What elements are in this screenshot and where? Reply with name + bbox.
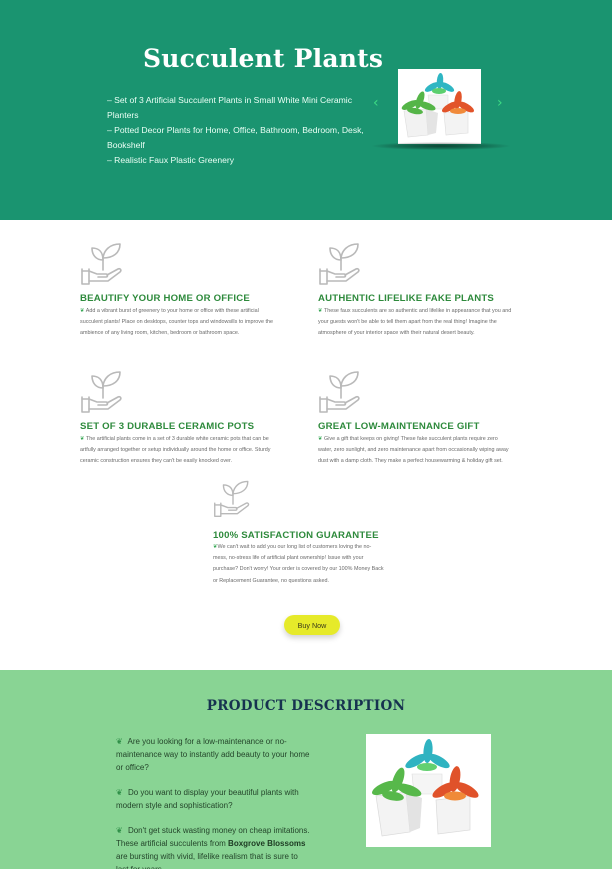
feature-text-line: ambience of any living room, kitchen, be… [80, 330, 240, 337]
hand-sprout-icon [319, 371, 360, 413]
chevron-right-icon[interactable]: › [497, 96, 507, 110]
feature-text-line: your guests won't be able to tell them a… [318, 319, 497, 326]
feature-guarantee: 100% SATISFACTION GUARANTEE ❦We can't wa… [213, 478, 413, 598]
sprout-icon: ❦ [318, 436, 323, 442]
sprout-icon: ❦ [318, 308, 323, 314]
feature-text-line: Give a gift that keeps on giving! These … [324, 436, 498, 442]
feature-text-line: Add a vibrant burst of greenery to your … [85, 308, 259, 314]
hero-title: Succulent Plants [143, 44, 384, 73]
carousel-shadow [372, 142, 510, 150]
product-image [366, 734, 491, 847]
feature-text-line: dust with a damp cloth. They make a perf… [318, 458, 503, 465]
section-title: PRODUCT DESCRIPTION [206, 698, 406, 714]
feature-text-line: artfully arranged together or setup indi… [80, 447, 271, 454]
hero-bullet: – Potted Decor Plants for Home, Office, … [107, 125, 364, 150]
hand-sprout-icon [214, 480, 250, 517]
sprout-icon: ❦ [116, 788, 123, 797]
feature-text-line: or Replacement Guarantee, no questions a… [213, 577, 329, 584]
feature-text-line: These faux succulents are so authentic a… [323, 308, 512, 314]
feature-title: SET OF 3 DURABLE CERAMIC POTS [80, 421, 255, 432]
feature-title: BEAUTIFY YOUR HOME OR OFFICE [80, 293, 250, 304]
brand-name: Boxgrove Blossoms [228, 839, 306, 848]
feature-lifelike: AUTHENTIC LIFELIKE FAKE PLANTS ❦ These f… [318, 240, 548, 340]
product-description-section: PRODUCT DESCRIPTION ❦ Are you looking fo… [0, 670, 612, 869]
description-paragraph: ❦ Are you looking for a low-maintenance … [116, 735, 312, 774]
hero-bullet: – Realistic Faux Plastic Greenery [107, 155, 235, 165]
feature-ceramic-pots: SET OF 3 DURABLE CERAMIC POTS ❦ The arti… [80, 368, 310, 468]
feature-title: 100% SATISFACTION GUARANTEE [213, 530, 379, 541]
paragraph-text: are bursting with vivid, lifelike realis… [116, 852, 298, 869]
feature-description: ❦ Add a vibrant burst of greenery to you… [80, 306, 273, 340]
feature-description: ❦ Give a gift that keeps on giving! Thes… [318, 434, 509, 468]
feature-title: GREAT LOW-MAINTENANCE GIFT [318, 421, 480, 432]
feature-text-line: purchase? Don't worry! Your order is cov… [213, 566, 384, 573]
hero-section: Succulent Plants – Set of 3 Artificial S… [0, 0, 612, 220]
description-paragraph: ❦ Don't get stuck wasting money on cheap… [116, 824, 312, 869]
sprout-icon: ❦ [116, 737, 123, 746]
feature-text-line: atmosphere of your interior space with t… [318, 330, 475, 337]
hand-sprout-icon [81, 371, 122, 413]
feature-text-line: mess, no-stress life of artificial plant… [213, 555, 364, 562]
carousel-product-image [398, 69, 481, 144]
feature-text-line: The artificial plants come in a set of 3… [85, 436, 269, 442]
feature-text-line: ceramic construction ensures they can't … [80, 458, 233, 465]
feature-text-line: water, zero sunlight, and zero maintenan… [318, 447, 509, 454]
paragraph-text: Are you looking for a low-maintenance or… [116, 737, 310, 772]
hero-bullet-list: – Set of 3 Artificial Succulent Plants i… [107, 93, 369, 168]
product-carousel: ‹ › [372, 66, 512, 150]
feature-description: ❦We can't wait to add you our long list … [213, 542, 384, 587]
description-paragraph: ❦ Do you want to display your beautiful … [116, 786, 312, 812]
description-paragraphs: ❦ Are you looking for a low-maintenance … [116, 735, 312, 869]
feature-description: ❦ The artificial plants come in a set of… [80, 434, 270, 468]
feature-text-line: succulent plants! Place on desktops, cou… [80, 319, 273, 326]
feature-gift: GREAT LOW-MAINTENANCE GIFT ❦ Give a gift… [318, 368, 548, 468]
feature-title: AUTHENTIC LIFELIKE FAKE PLANTS [318, 293, 495, 304]
buy-now-button[interactable]: Buy Now [284, 615, 340, 635]
hero-bullet: – Set of 3 Artificial Succulent Plants i… [107, 95, 353, 120]
hand-sprout-icon [319, 243, 360, 285]
sprout-icon: ❦ [116, 826, 123, 835]
paragraph-text: Do you want to display your beautiful pl… [116, 788, 299, 810]
chevron-left-icon[interactable]: ‹ [373, 96, 383, 110]
feature-text-line: We can't wait to add you our long list o… [217, 544, 372, 550]
hand-sprout-icon [81, 243, 122, 285]
sprout-icon: ❦ [80, 436, 85, 442]
feature-description: ❦ These faux succulents are so authentic… [318, 306, 511, 340]
feature-beautify: BEAUTIFY YOUR HOME OR OFFICE ❦ Add a vib… [80, 240, 310, 340]
sprout-icon: ❦ [80, 308, 85, 314]
